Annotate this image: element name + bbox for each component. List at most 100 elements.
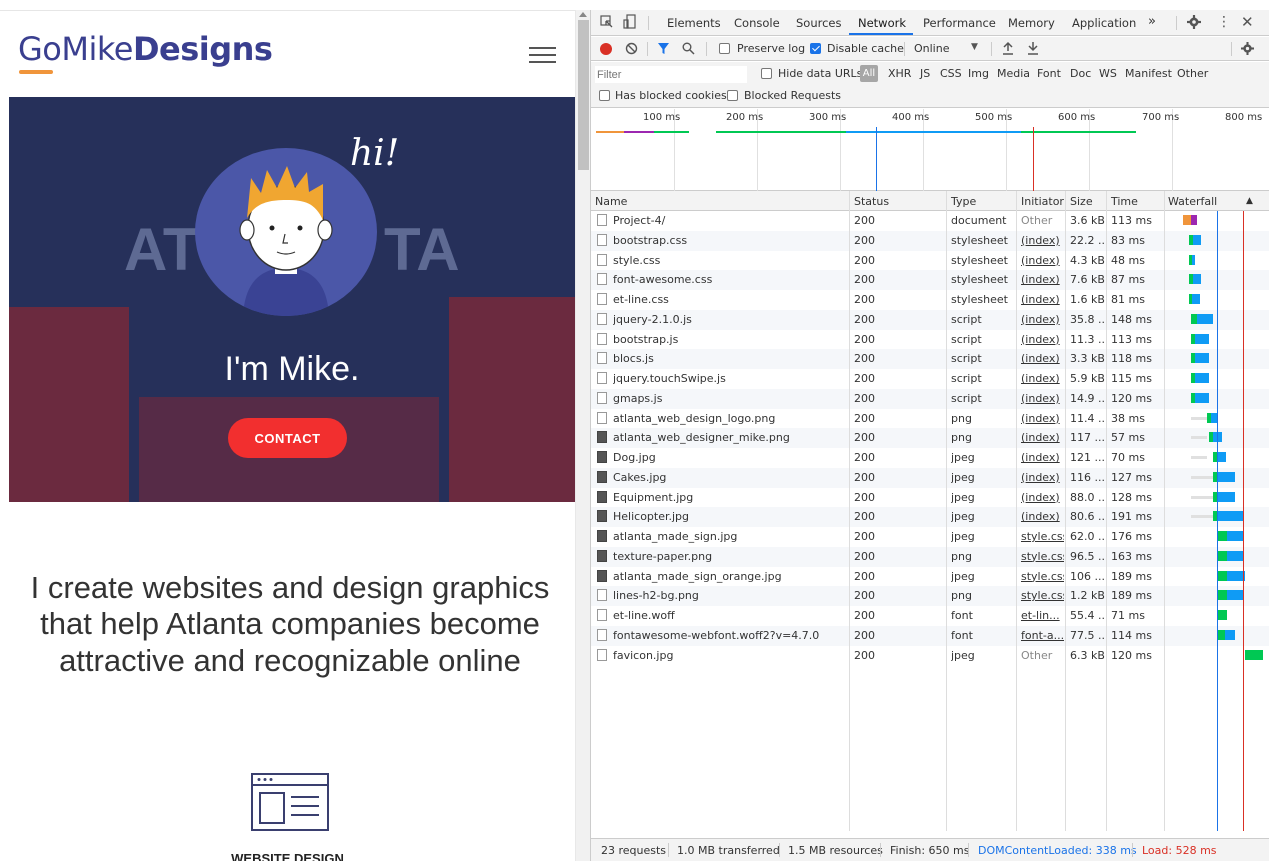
cell-initiator[interactable]: (index) — [1021, 491, 1064, 504]
table-row[interactable]: jquery.touchSwipe.js 200 script (index) 5.9 … — [591, 369, 1269, 389]
cell-initiator[interactable]: style.css — [1021, 550, 1064, 563]
table-row[interactable]: blocs.js 200 script (index) 3.3 kB 118 ms — [591, 349, 1269, 369]
cell-initiator[interactable]: (index) — [1021, 412, 1064, 425]
device-toolbar-icon[interactable] — [623, 14, 637, 33]
cell-initiator[interactable]: (index) — [1021, 451, 1064, 464]
cell-name[interactable]: Cakes.jpg — [613, 471, 845, 484]
cell-name[interactable]: atlanta_web_design_logo.png — [613, 412, 845, 425]
table-row[interactable]: atlanta_made_sign_orange.jpg 200 jpeg style… — [591, 567, 1269, 587]
table-row[interactable]: Dog.jpg 200 jpeg (index) 121 ... 70 ms — [591, 448, 1269, 468]
cell-initiator[interactable]: (index) — [1021, 372, 1064, 385]
tab-application[interactable]: Application — [1072, 16, 1136, 30]
cell-initiator[interactable]: (index) — [1021, 313, 1064, 326]
table-row[interactable]: atlanta_web_design_logo.png 200 png (index)… — [591, 409, 1269, 429]
cell-name[interactable]: Project-4/ — [613, 214, 845, 227]
cell-initiator[interactable]: style.css — [1021, 530, 1064, 543]
cell-initiator[interactable]: style.css — [1021, 589, 1064, 602]
cell-name[interactable]: et-line.woff — [613, 609, 845, 622]
filter-type-other[interactable]: Other — [1177, 67, 1208, 80]
site-logo[interactable]: GoMikeDesigns — [18, 30, 273, 68]
tab-memory[interactable]: Memory — [1008, 16, 1055, 30]
clear-icon[interactable] — [625, 42, 638, 58]
cell-name[interactable]: atlanta_web_designer_mike.png — [613, 431, 845, 444]
cell-initiator[interactable]: (index) — [1021, 273, 1064, 286]
inspect-element-icon[interactable] — [600, 15, 614, 32]
table-row[interactable]: font-awesome.css 200 stylesheet (index) 7.6 … — [591, 270, 1269, 290]
throttling-dropdown-icon[interactable]: ▼ — [971, 42, 978, 52]
cell-name[interactable]: Equipment.jpg — [613, 491, 845, 504]
filter-type-css[interactable]: CSS — [940, 67, 962, 80]
cell-name[interactable]: Helicopter.jpg — [613, 510, 845, 523]
hamburger-menu-icon[interactable] — [529, 47, 556, 63]
table-row[interactable]: atlanta_web_designer_mike.png 200 png (inde… — [591, 428, 1269, 448]
cell-initiator[interactable]: (index) — [1021, 471, 1064, 484]
cell-initiator[interactable]: style.css — [1021, 570, 1064, 583]
table-row[interactable]: favicon.jpg 200 jpeg Other 6.3 kB 120 ms — [591, 646, 1269, 666]
table-row[interactable]: fontawesome-webfont.woff2?v=4.7.0 200 font… — [591, 625, 1269, 646]
settings-gear-icon[interactable] — [1187, 15, 1201, 32]
scroll-thumb[interactable] — [578, 20, 589, 170]
cell-initiator[interactable]: (index) — [1021, 431, 1064, 444]
tab-sources[interactable]: Sources — [796, 16, 842, 30]
cell-name[interactable]: font-awesome.css — [613, 273, 845, 286]
cell-name[interactable]: jquery-2.1.0.js — [613, 313, 845, 326]
cell-name[interactable]: Dog.jpg — [613, 451, 845, 464]
table-row[interactable]: et-line.woff 200 font et-lin... 55.4 ... 71 m… — [591, 606, 1269, 626]
cell-name[interactable]: fontawesome-webfont.woff2?v=4.7.0 — [613, 629, 845, 642]
preserve-log-checkbox[interactable] — [719, 43, 730, 54]
col-name[interactable]: Name — [595, 195, 627, 208]
filter-type-media[interactable]: Media — [997, 67, 1030, 80]
table-row[interactable]: Cakes.jpg 200 jpeg (index) 116 ... 127 ms — [591, 467, 1269, 488]
tab-console[interactable]: Console — [734, 16, 780, 30]
cell-name[interactable]: gmaps.js — [613, 392, 845, 405]
cell-initiator[interactable]: (index) — [1021, 352, 1064, 365]
search-icon[interactable] — [682, 42, 695, 58]
col-time[interactable]: Time — [1111, 195, 1138, 208]
cell-initiator[interactable]: (index) — [1021, 333, 1064, 346]
disable-cache-checkbox[interactable] — [810, 43, 821, 54]
cell-name[interactable]: bootstrap.css — [613, 234, 845, 247]
table-row[interactable]: bootstrap.js 200 script (index) 11.3 ... 113 … — [591, 330, 1269, 350]
cell-initiator[interactable]: (index) — [1021, 510, 1064, 523]
contact-button[interactable]: CONTACT — [228, 418, 347, 458]
has-blocked-cookies-checkbox[interactable] — [599, 90, 610, 101]
tab-network[interactable]: Network — [858, 16, 906, 30]
table-row[interactable]: bootstrap.css 200 stylesheet (index) 22.2 ..… — [591, 230, 1269, 251]
cell-name[interactable]: bootstrap.js — [613, 333, 845, 346]
export-har-icon[interactable] — [1027, 41, 1039, 58]
cell-initiator[interactable]: (index) — [1021, 254, 1064, 267]
filter-all[interactable]: All — [860, 65, 878, 82]
filter-type-manifest[interactable]: Manifest — [1125, 67, 1172, 80]
more-tabs-icon[interactable]: » — [1148, 14, 1156, 29]
page-scrollbar[interactable] — [575, 10, 590, 861]
filter-icon[interactable] — [657, 42, 670, 58]
timeline-overview[interactable]: 100 ms 200 ms 300 ms 400 ms 500 ms 600 m… — [591, 109, 1269, 191]
cell-initiator[interactable]: (index) — [1021, 392, 1064, 405]
record-icon[interactable] — [600, 43, 612, 55]
table-row[interactable]: lines-h2-bg.png 200 png style.css 1.2 kB 189 … — [591, 586, 1269, 606]
blocked-requests-checkbox[interactable] — [727, 90, 738, 101]
table-row[interactable]: Equipment.jpg 200 jpeg (index) 88.0 ... 128 m… — [591, 488, 1269, 508]
filter-type-xhr[interactable]: XHR — [888, 67, 911, 80]
table-row[interactable]: texture-paper.png 200 png style.css 96.5 ...… — [591, 546, 1269, 567]
filter-type-doc[interactable]: Doc — [1070, 67, 1091, 80]
filter-type-font[interactable]: Font — [1037, 67, 1061, 80]
col-status[interactable]: Status — [854, 195, 889, 208]
cell-name[interactable]: favicon.jpg — [613, 649, 845, 662]
network-settings-icon[interactable] — [1241, 42, 1254, 58]
cell-initiator[interactable]: (index) — [1021, 234, 1064, 247]
cell-initiator[interactable]: (index) — [1021, 293, 1064, 306]
cell-name[interactable]: atlanta_made_sign.jpg — [613, 530, 845, 543]
kebab-menu-icon[interactable]: ⋮ — [1217, 14, 1231, 30]
filter-type-js[interactable]: JS — [920, 67, 930, 80]
cell-name[interactable]: atlanta_made_sign_orange.jpg — [613, 570, 845, 583]
cell-name[interactable]: texture-paper.png — [613, 550, 845, 563]
table-row[interactable]: style.css 200 stylesheet (index) 4.3 kB 48 ms — [591, 251, 1269, 271]
table-row[interactable]: Project-4/200 document Other 3.6 kB 113 ms — [591, 211, 1269, 231]
table-row[interactable]: Helicopter.jpg 200 jpeg (index) 80.6 ... 191 … — [591, 507, 1269, 527]
filter-type-img[interactable]: Img — [968, 67, 989, 80]
cell-name[interactable]: lines-h2-bg.png — [613, 589, 845, 602]
table-row[interactable]: et-line.css 200 stylesheet (index) 1.6 kB 81 … — [591, 290, 1269, 310]
table-row[interactable]: gmaps.js 200 script (index) 14.9 ... 120 ms — [591, 388, 1269, 409]
hide-data-urls-checkbox[interactable] — [761, 68, 772, 79]
